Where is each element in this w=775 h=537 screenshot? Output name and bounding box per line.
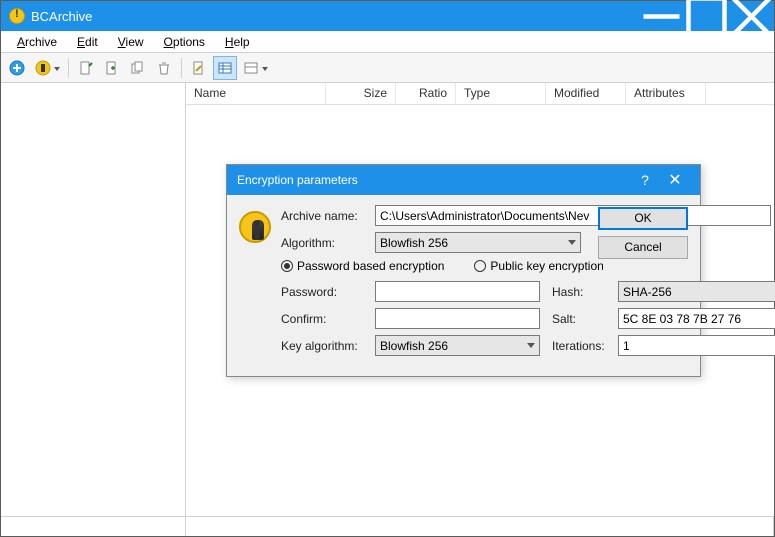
add-folder-button[interactable]: [100, 56, 124, 80]
properties-button[interactable]: [187, 56, 211, 80]
menu-edit[interactable]: Edit: [67, 33, 108, 51]
salt-label: Salt:: [552, 312, 612, 326]
key-algorithm-label: Key algorithm:: [281, 339, 369, 353]
column-type[interactable]: Type: [456, 83, 546, 104]
titlebar: BCArchive: [1, 1, 774, 31]
publickey-encryption-radio[interactable]: Public key encryption: [474, 259, 603, 273]
new-archive-button[interactable]: [5, 56, 29, 80]
delete-button[interactable]: [152, 56, 176, 80]
tree-pane[interactable]: [1, 83, 186, 516]
hash-label: Hash:: [552, 285, 612, 299]
statusbar: [1, 516, 774, 536]
dialog-title: Encryption parameters: [237, 173, 630, 187]
status-left: [1, 517, 186, 536]
add-file-button[interactable]: [74, 56, 98, 80]
archive-name-label: Archive name:: [281, 209, 369, 223]
password-encryption-radio[interactable]: Password based encryption: [281, 259, 444, 273]
algorithm-label: Algorithm:: [281, 236, 369, 250]
key-icon: [239, 211, 271, 243]
archive-name-input[interactable]: [375, 205, 771, 226]
toolbar-separator: [181, 58, 182, 78]
app-title: BCArchive: [31, 9, 639, 24]
open-archive-button[interactable]: [31, 56, 55, 80]
dialog-close-button[interactable]: ✕: [660, 170, 690, 190]
copy-button[interactable]: [126, 56, 150, 80]
toolbar: [1, 53, 774, 83]
iterations-label: Iterations:: [552, 339, 612, 353]
menu-options[interactable]: Options: [154, 33, 215, 51]
chevron-down-icon: [568, 240, 576, 245]
menu-view[interactable]: View: [108, 33, 154, 51]
chevron-down-icon: [527, 343, 535, 348]
password-label: Password:: [281, 285, 369, 299]
status-right: [186, 517, 774, 536]
close-button[interactable]: [729, 1, 774, 31]
dialog-titlebar: Encryption parameters ? ✕: [227, 165, 700, 195]
confirm-input[interactable]: [375, 308, 540, 329]
algorithm-select[interactable]: Blowfish 256: [375, 232, 581, 253]
column-modified[interactable]: Modified: [546, 83, 626, 104]
ok-button[interactable]: OK: [598, 207, 688, 230]
salt-input[interactable]: [618, 308, 775, 329]
key-algorithm-select[interactable]: Blowfish 256: [375, 335, 540, 356]
encryption-dialog: Encryption parameters ? ✕ Archive name: …: [226, 164, 701, 377]
iterations-input[interactable]: [618, 335, 775, 356]
column-attributes[interactable]: Attributes: [626, 83, 706, 104]
minimize-button[interactable]: [639, 1, 684, 31]
cancel-button[interactable]: Cancel: [598, 236, 688, 259]
column-size[interactable]: Size: [326, 83, 396, 104]
dialog-help-button[interactable]: ?: [630, 172, 660, 188]
confirm-label: Confirm:: [281, 312, 369, 326]
app-icon: [9, 8, 25, 24]
view-mode-button[interactable]: [239, 56, 263, 80]
menu-archive[interactable]: Archive: [7, 33, 67, 51]
iterations-spinner[interactable]: [618, 335, 775, 356]
hash-select[interactable]: SHA-256: [618, 281, 775, 302]
column-ratio[interactable]: Ratio: [396, 83, 456, 104]
toolbar-separator: [68, 58, 69, 78]
list-header: Name Size Ratio Type Modified Attributes: [186, 83, 774, 105]
column-name[interactable]: Name: [186, 83, 326, 104]
menu-help[interactable]: Help: [215, 33, 260, 51]
list-view-button[interactable]: [213, 56, 237, 80]
maximize-button[interactable]: [684, 1, 729, 31]
password-input[interactable]: [375, 281, 540, 302]
